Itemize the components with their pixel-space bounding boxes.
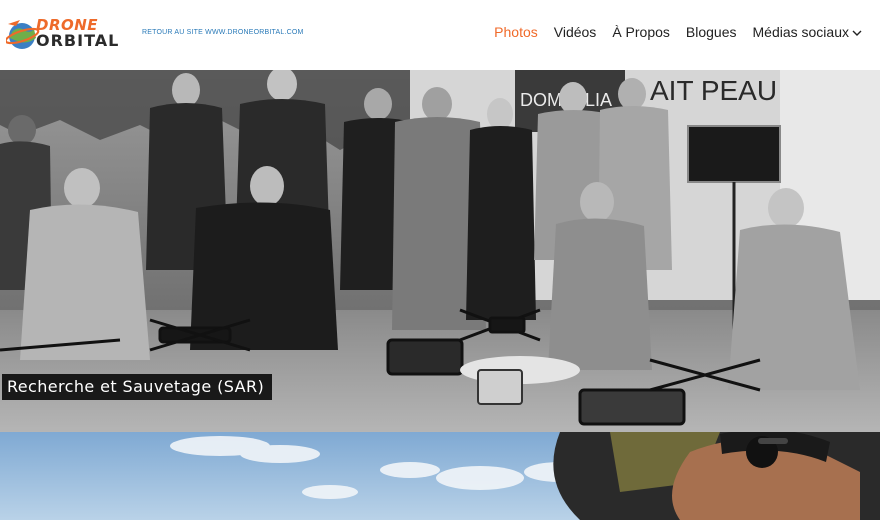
trailer-banner-text-2: AIT PEAU <box>650 75 777 106</box>
drone-orbital-logo[interactable]: DRONE ORBITAL <box>4 14 132 56</box>
nav-medias-sociaux-label: Médias sociaux <box>752 24 850 40</box>
chevron-down-icon <box>852 30 862 36</box>
nav-videos[interactable]: Vidéos <box>554 24 597 40</box>
nav-medias-sociaux[interactable]: Médias sociaux <box>753 24 863 40</box>
globe-drone-icon <box>4 20 40 49</box>
nav-blogues[interactable]: Blogues <box>686 24 737 40</box>
hero-caption: Recherche et Sauvetage (SAR) <box>2 374 273 400</box>
site-header: DRONE ORBITAL RETOUR AU SITE WWW.DRONEOR… <box>0 0 880 70</box>
nav-a-propos[interactable]: À Propos <box>612 24 670 40</box>
second-photo-helicopter[interactable] <box>0 432 880 520</box>
helicopter-pilot-photo <box>0 432 880 520</box>
main-nav: Photos Vidéos À Propos Blogues Médias so… <box>494 24 862 40</box>
logo-text: DRONE ORBITAL <box>36 18 120 50</box>
nav-photos[interactable]: Photos <box>494 24 538 40</box>
logo-line2: ORBITAL <box>36 31 120 50</box>
back-to-site-link[interactable]: RETOUR AU SITE WWW.DRONEORBITAL.COM <box>142 29 304 36</box>
